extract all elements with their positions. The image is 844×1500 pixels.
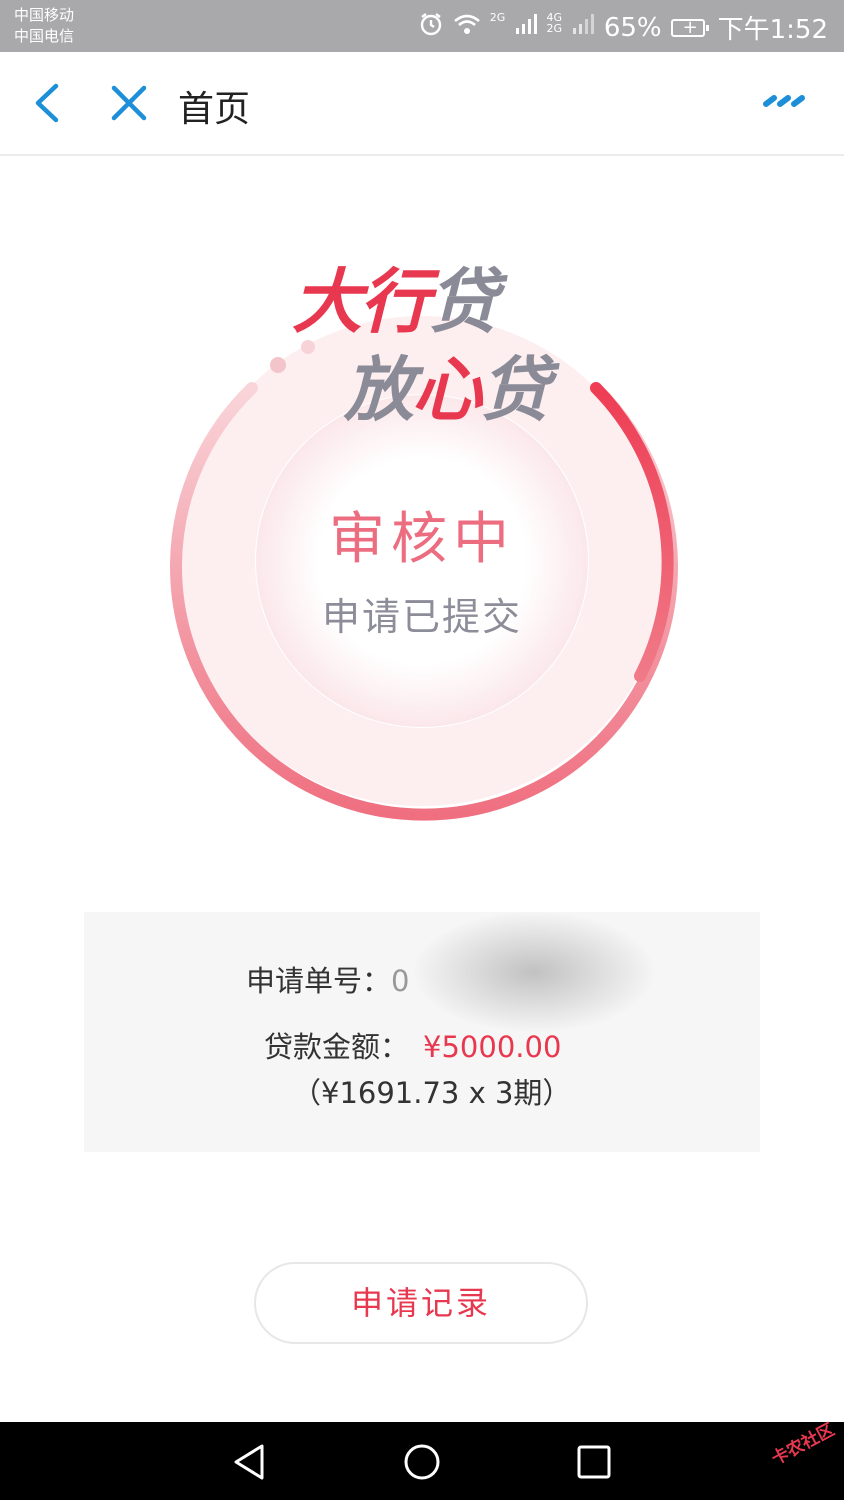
watermark-logo: 卡农社区 [768, 1419, 838, 1470]
signal-1-label: 2G [489, 11, 506, 24]
chevron-left-icon [35, 83, 59, 123]
circle-home-icon [404, 1444, 440, 1480]
page-title: 首页 [178, 89, 251, 130]
logo-text-a: 大行 [292, 261, 430, 343]
redaction-smudge [414, 912, 654, 1032]
status-icons: 2G 4G 2G 65% + 下午1:52 [418, 9, 828, 46]
loan-amount-label: 贷款金额： [264, 1030, 410, 1064]
battery-percent: 65% [603, 12, 662, 43]
brand-logo-line-1: 大行贷 [292, 246, 498, 347]
clock: 下午1:52 [717, 15, 828, 45]
square-recent-icon [577, 1445, 611, 1479]
order-number-row: 申请单号：0 [246, 958, 409, 1000]
system-home-button[interactable] [400, 1440, 444, 1484]
logo-text-c: 放 [344, 349, 414, 431]
alarm-icon [418, 11, 444, 44]
wifi-icon [453, 12, 481, 43]
carrier-2: 中国电信 [14, 27, 75, 45]
system-nav-bar: 卡农社区 [0, 1420, 844, 1500]
installment-info: （¥1691.73 x 3期） [292, 1076, 572, 1110]
signal-1-icon: 2G [490, 12, 538, 43]
loan-amount-value: ¥5000.00 [423, 1030, 562, 1064]
signal-2-label: 4G 2G [546, 11, 563, 35]
carrier-info: 中国移动 中国电信 [14, 5, 74, 47]
application-info-card: 申请单号：0 贷款金额： ¥5000.00 （¥1691.73 x 3期） [84, 912, 760, 1152]
status-bar: 中国移动 中国电信 2G 4G 2G 65% + 下午1:52 [0, 0, 844, 52]
logo-text-b: 贷 [428, 261, 498, 343]
order-number-label: 申请单号： [246, 964, 392, 998]
system-recent-button[interactable] [572, 1440, 616, 1484]
brand-logo-line-2: 放心贷 [344, 334, 550, 435]
loan-amount-row: 贷款金额： ¥5000.00 [264, 1024, 561, 1066]
carrier-1: 中国移动 [14, 6, 75, 24]
triangle-back-icon [234, 1444, 264, 1480]
system-back-button[interactable] [228, 1440, 272, 1484]
order-number-value: 0 [391, 964, 410, 998]
close-button[interactable] [108, 82, 150, 124]
close-icon [111, 85, 147, 121]
battery-icon: + [670, 17, 709, 38]
logo-text-d: 心 [412, 349, 482, 431]
back-button[interactable] [28, 80, 68, 126]
review-status-title: 审核中 [329, 507, 515, 572]
application-records-button[interactable]: 申请记录 [254, 1262, 588, 1344]
more-dots-icon [763, 95, 805, 107]
more-button[interactable] [762, 92, 810, 112]
signal-2-icon: 4G 2G [547, 12, 595, 43]
status-hero: 大行贷 放心贷 审核中 申请已提交 [0, 156, 844, 876]
logo-text-e: 贷 [480, 349, 550, 431]
review-status-subtitle: 申请已提交 [321, 595, 522, 639]
nav-bar: 首页 [0, 52, 844, 156]
